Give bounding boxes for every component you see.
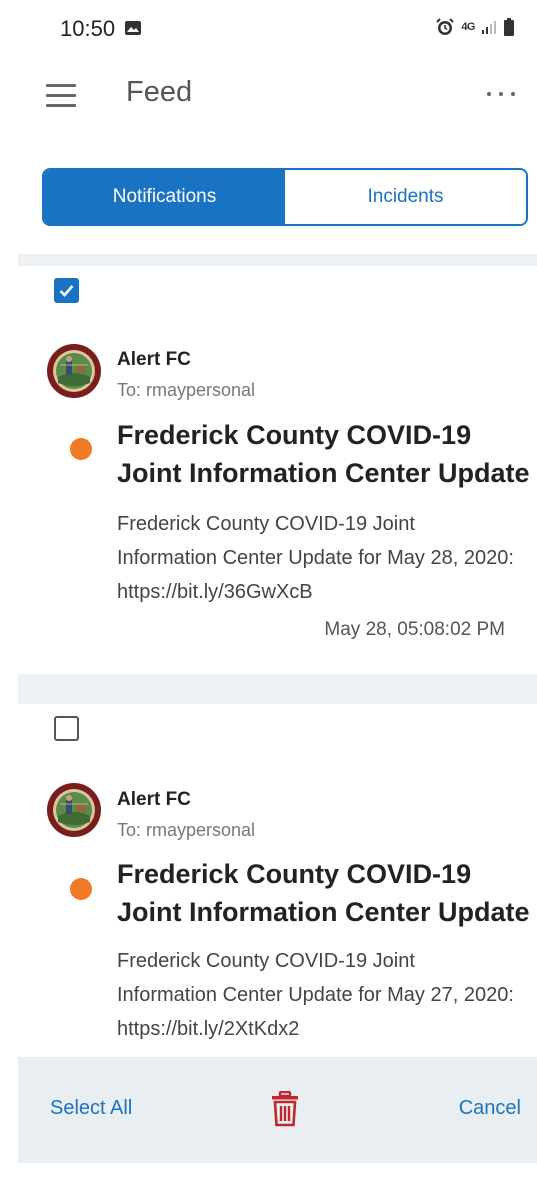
selection-action-bar: Select All Cancel	[18, 1057, 537, 1163]
unread-indicator	[70, 878, 92, 900]
recipient: To: rmaypersonal	[117, 820, 256, 840]
select-checkbox[interactable]	[54, 278, 79, 303]
network-type: 4G	[461, 21, 475, 33]
sender-name: Alert FC	[117, 349, 191, 370]
feed-item[interactable]: Alert FC To: rmaypersonal Frederick Coun…	[18, 266, 537, 674]
signal-icon	[481, 19, 497, 35]
gallery-notification-icon	[124, 20, 142, 36]
divider	[18, 254, 537, 266]
message-title: Frederick County COVID-19 Joint Informat…	[117, 420, 530, 488]
sender-name: Alert FC	[117, 789, 191, 810]
status-time: 10:50	[60, 16, 116, 41]
more-options-icon[interactable]	[487, 86, 515, 102]
status-bar: 10:50 4G	[0, 0, 537, 62]
cancel-button[interactable]: Cancel	[459, 1097, 521, 1120]
select-all-button[interactable]: Select All	[50, 1097, 132, 1120]
feed-item[interactable]: Alert FC To: rmaypersonal Frederick Coun…	[18, 704, 537, 1057]
screen: 10:50 4G Feed Notifications Incidents Al…	[0, 0, 537, 1181]
feed-tabs: Notifications Incidents	[42, 168, 528, 226]
alarm-icon	[435, 17, 455, 37]
message-body: Frederick County COVID-19 Joint Informat…	[117, 513, 514, 603]
tab-notifications[interactable]: Notifications	[44, 170, 285, 224]
sender-avatar-seal-icon	[46, 782, 102, 838]
trash-icon[interactable]	[270, 1090, 300, 1127]
divider	[18, 674, 537, 704]
message-body: Frederick County COVID-19 Joint Informat…	[117, 950, 514, 1040]
status-icons: 4G	[435, 17, 515, 37]
sender-avatar-seal-icon	[46, 343, 102, 399]
hamburger-menu-icon[interactable]	[46, 84, 76, 108]
tab-incidents[interactable]: Incidents	[285, 170, 526, 224]
message-title: Frederick County COVID-19 Joint Informat…	[117, 859, 530, 927]
message-timestamp: May 28, 05:08:02 PM	[324, 619, 505, 640]
page-title: Feed	[126, 76, 193, 108]
battery-icon	[503, 17, 515, 37]
recipient: To: rmaypersonal	[117, 380, 256, 400]
select-checkbox[interactable]	[54, 716, 79, 741]
unread-indicator	[70, 438, 92, 460]
app-bar: Feed	[0, 62, 537, 134]
